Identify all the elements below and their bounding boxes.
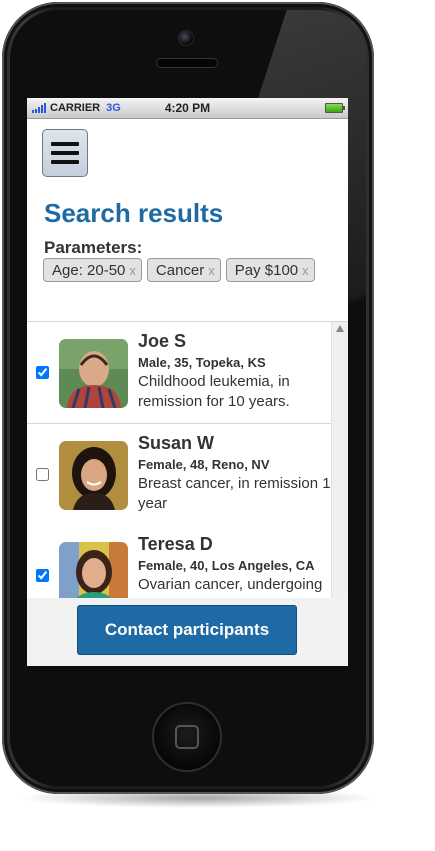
- list-scrollbar[interactable]: [331, 322, 348, 599]
- network-label: 3G: [106, 102, 121, 114]
- chip-condition: Cancer x: [146, 258, 221, 282]
- participant-meta: Female, 48, Reno, NV: [138, 457, 270, 472]
- participant-row[interactable]: Joe S Male, 35, Topeka, KS Childhood leu…: [27, 322, 331, 424]
- participant-row[interactable]: Susan W Female, 48, Reno, NV Breast canc…: [27, 424, 331, 526]
- avatar: [59, 441, 128, 510]
- home-button[interactable]: [152, 702, 222, 772]
- select-checkbox[interactable]: [36, 468, 49, 481]
- participant-name: Joe S: [138, 331, 187, 351]
- footer-bar: Contact participants: [27, 598, 348, 666]
- participant-name: Susan W: [138, 433, 215, 453]
- contact-participants-button[interactable]: Contact participants: [77, 605, 297, 655]
- parameters-label: Parameters:: [44, 238, 143, 257]
- chip-label: Pay $100: [234, 261, 299, 279]
- remove-chip-icon[interactable]: x: [129, 263, 136, 278]
- hamburger-icon-bar: [51, 160, 79, 164]
- chip-label: Cancer: [155, 261, 205, 279]
- participant-description: Childhood leukemia, in remission for 10 …: [138, 373, 290, 410]
- participant-meta: Female, 40, Los Angeles, CA: [138, 558, 315, 573]
- participant-description: Ovarian cancer, undergoing treatment: [138, 576, 323, 599]
- remove-chip-icon[interactable]: x: [208, 263, 215, 278]
- participant-description: Breast cancer, in remission 1 year: [138, 475, 331, 512]
- select-checkbox[interactable]: [36, 569, 49, 582]
- hamburger-icon-bar: [51, 142, 79, 146]
- signal-strength-icon: [32, 103, 46, 113]
- scroll-up-arrow-icon[interactable]: [336, 325, 344, 332]
- page-title: Search results: [44, 198, 224, 228]
- home-square-icon: [175, 725, 199, 749]
- chip-pay: Pay $100 x: [225, 258, 315, 282]
- status-bar: CARRIER 3G 4:20 PM: [27, 98, 348, 119]
- select-checkbox[interactable]: [36, 366, 49, 379]
- avatar: [59, 339, 128, 408]
- chip-label: Age: 20-50: [52, 261, 126, 279]
- participant-row[interactable]: Teresa D Female, 40, Los Angeles, CA Ova…: [27, 525, 331, 599]
- phone-screen: CARRIER 3G 4:20 PM Search results Parame…: [27, 98, 348, 666]
- menu-button[interactable]: [42, 129, 88, 177]
- hamburger-icon-bar: [51, 151, 79, 155]
- participant-list[interactable]: Joe S Male, 35, Topeka, KS Childhood leu…: [27, 321, 348, 599]
- remove-chip-icon[interactable]: x: [302, 263, 309, 278]
- avatar: [59, 542, 128, 599]
- front-camera: [178, 30, 194, 46]
- participant-meta: Male, 35, Topeka, KS: [138, 355, 266, 370]
- earpiece-speaker: [156, 58, 218, 68]
- battery-icon: [325, 103, 345, 113]
- carrier-label: CARRIER: [50, 102, 101, 114]
- participant-name: Teresa D: [138, 534, 213, 554]
- chip-age: Age: 20-50 x: [43, 258, 142, 282]
- parameter-chips: Age: 20-50 x Cancer x Pay $100 x: [43, 258, 315, 282]
